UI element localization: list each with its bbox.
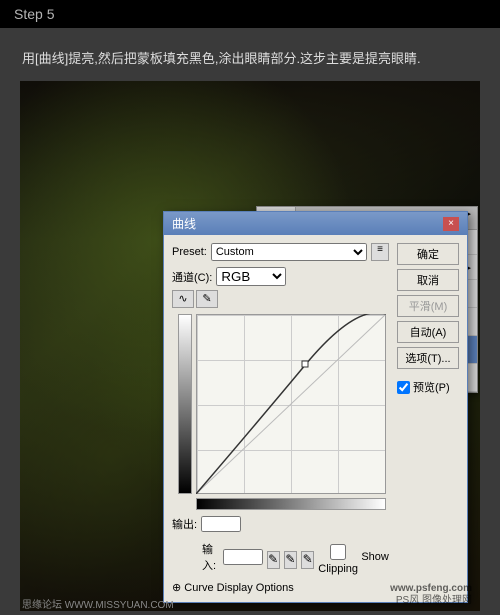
- dialog-left: Preset: Custom ≡ 通道(C): RGB ∿ ✎: [172, 243, 389, 594]
- smooth-button: 平滑(M): [397, 295, 459, 317]
- channel-row: 通道(C): RGB: [172, 267, 389, 286]
- x-gradient: [196, 498, 386, 510]
- watermark-tagline: PS风 图像处理网: [390, 595, 472, 607]
- input-input[interactable]: [223, 549, 263, 565]
- preview-checkbox[interactable]: 预览(P): [397, 379, 459, 395]
- pencil-tool-icon[interactable]: ✎: [196, 290, 218, 308]
- tool-row: ∿ ✎: [172, 290, 389, 308]
- watermark-url: www.psfeng.com: [390, 583, 472, 595]
- ok-button[interactable]: 确定: [397, 243, 459, 265]
- output-label: 输出:: [172, 516, 197, 532]
- input-row: 输入: ✎ ✎ ✎ Show Clipping: [172, 538, 389, 575]
- footer-credit: 思缘论坛 WWW.MISSYUAN.COM: [22, 596, 174, 611]
- dialog-title-text: 曲线: [172, 215, 196, 232]
- eyedropper-white-icon[interactable]: ✎: [301, 551, 314, 569]
- watermark: www.psfeng.com PS风 图像处理网: [390, 583, 472, 607]
- image-canvas: 图层 ▸ 正常 ▾ 不透明度: ▸ 锁定: □ ✎ ✥ 🔒 填充: ▸ 👁: [20, 81, 480, 611]
- show-clipping-check[interactable]: Show Clipping: [318, 544, 389, 575]
- preset-label: Preset:: [172, 246, 207, 258]
- channel-select[interactable]: RGB: [216, 267, 286, 286]
- channel-label: 通道(C):: [172, 269, 212, 285]
- dialog-body: Preset: Custom ≡ 通道(C): RGB ∿ ✎: [164, 235, 467, 602]
- curve-path: [196, 314, 386, 494]
- preset-select[interactable]: Custom: [211, 243, 367, 261]
- input-label: 输入:: [202, 541, 219, 573]
- eyedropper-gray-icon[interactable]: ✎: [284, 551, 297, 569]
- dialog-titlebar[interactable]: 曲线 ×: [164, 212, 467, 235]
- display-options-toggle[interactable]: Curve Display Options: [172, 581, 389, 594]
- instruction-text: 用[曲线]提亮,然后把蒙板填充黑色,涂出眼睛部分.这步主要是提亮眼睛.: [0, 28, 500, 81]
- output-row: 输出:: [172, 516, 389, 532]
- preset-menu-icon[interactable]: ≡: [371, 243, 389, 261]
- options-button[interactable]: 选项(T)...: [397, 347, 459, 369]
- eyedropper-row: ✎ ✎ ✎ Show Clipping: [267, 544, 389, 575]
- close-icon[interactable]: ×: [443, 217, 459, 231]
- step-header: Step 5: [0, 0, 500, 28]
- dialog-right: 确定 取消 平滑(M) 自动(A) 选项(T)... 预览(P): [397, 243, 459, 594]
- eyedropper-black-icon[interactable]: ✎: [267, 551, 280, 569]
- y-gradient: [178, 314, 192, 494]
- curve-graph[interactable]: [196, 314, 386, 494]
- preset-row: Preset: Custom ≡: [172, 243, 389, 261]
- output-input[interactable]: [201, 516, 241, 532]
- cancel-button[interactable]: 取消: [397, 269, 459, 291]
- auto-button[interactable]: 自动(A): [397, 321, 459, 343]
- curve-tool-icon[interactable]: ∿: [172, 290, 194, 308]
- curves-dialog: 曲线 × Preset: Custom ≡ 通道(C): RGB ∿ ✎: [163, 211, 468, 603]
